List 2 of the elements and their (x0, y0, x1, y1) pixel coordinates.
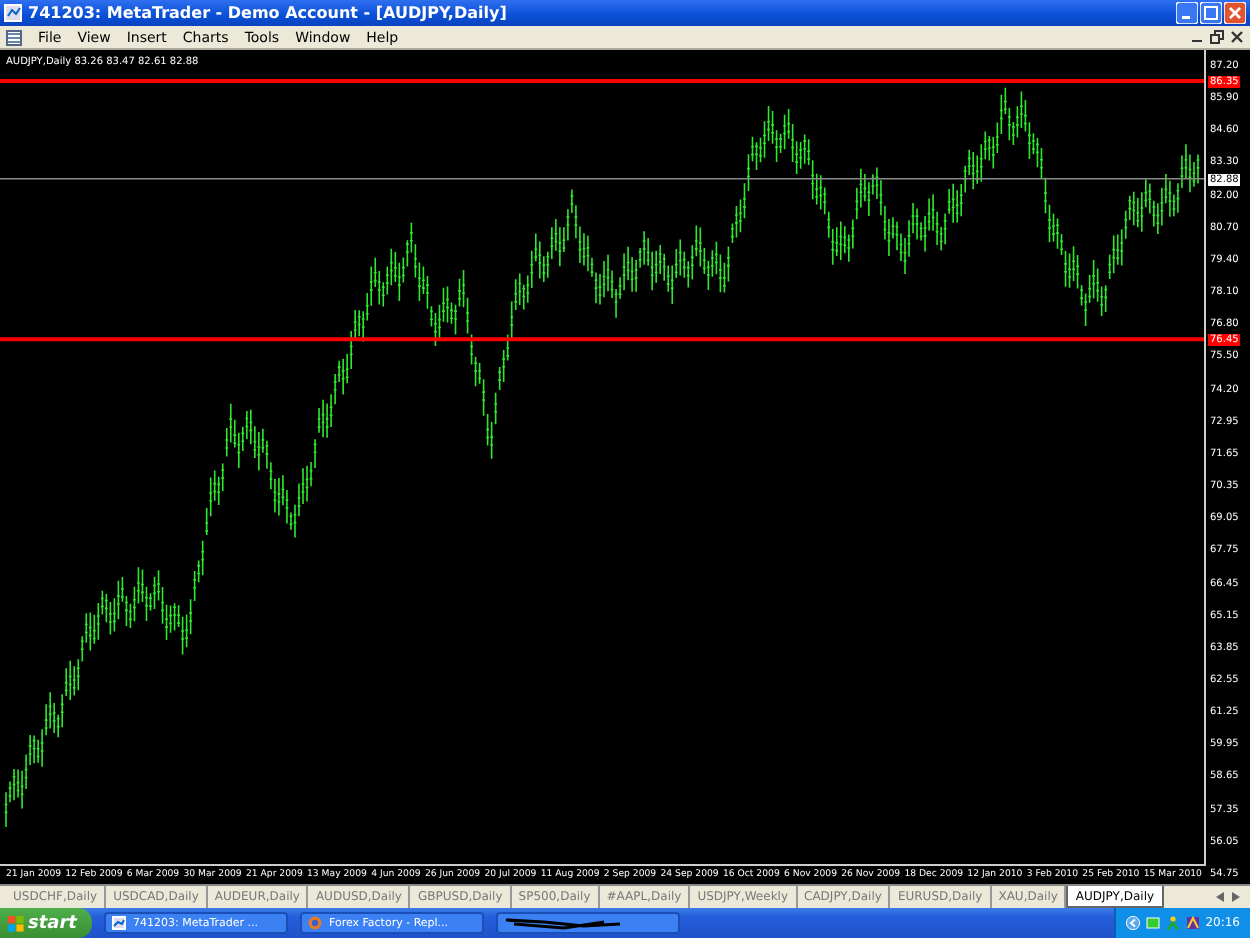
window-title: 741203: MetaTrader - Demo Account - [AUDJPY,Daily] (28, 4, 509, 22)
start-button[interactable]: start (0, 908, 93, 938)
